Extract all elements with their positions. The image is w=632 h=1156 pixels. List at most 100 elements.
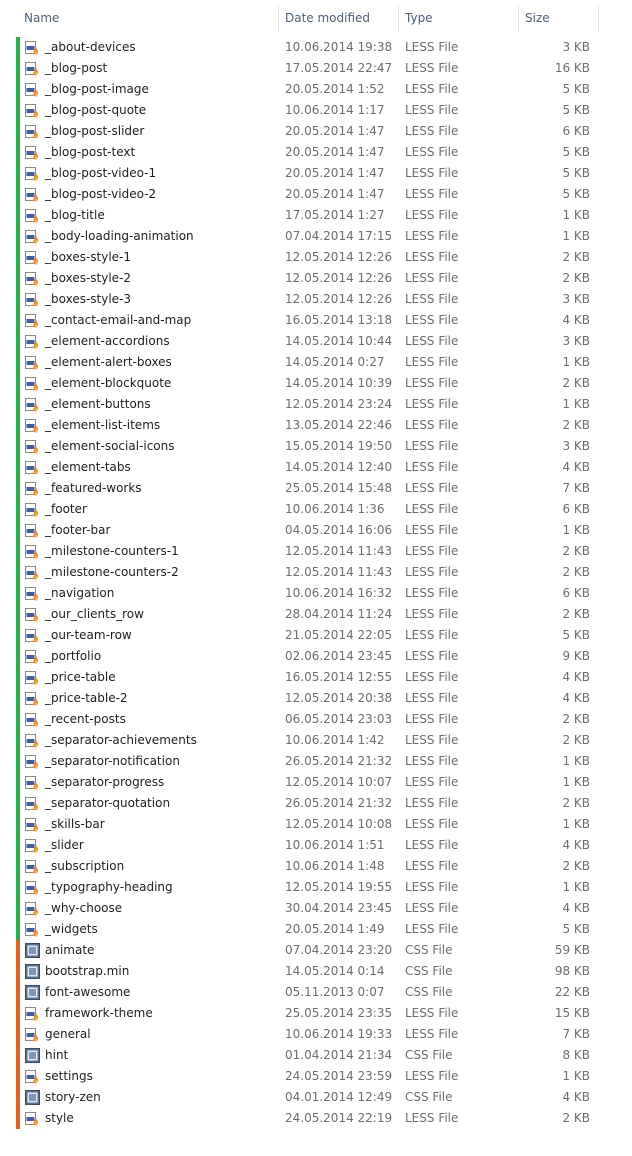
file-name: _element-tabs <box>45 460 131 474</box>
less-file-icon <box>25 922 40 937</box>
column-header-type[interactable]: Type <box>405 0 433 37</box>
file-name: story-zen <box>45 1090 101 1104</box>
file-row[interactable]: _blog-post-slider 20.05.2014 1:47 LESS Fil… <box>0 121 600 142</box>
file-row[interactable]: general 10.06.2014 19:33 LESS File 7 KB <box>0 1024 600 1045</box>
file-size: 2 KB <box>562 376 590 390</box>
file-row[interactable]: _separator-notification 26.05.2014 21:32 L… <box>0 751 600 772</box>
file-row[interactable]: animate 07.04.2014 23:20 CSS File 59 KB <box>0 940 600 961</box>
file-date-modified: 12.05.2014 23:24 <box>285 397 393 411</box>
file-row[interactable]: _price-table 16.05.2014 12:55 LESS File 4 K… <box>0 667 600 688</box>
file-name: _milestone-counters-1 <box>45 544 179 558</box>
file-row[interactable]: settings 24.05.2014 23:59 LESS File 1 KB <box>0 1066 600 1087</box>
file-row[interactable]: _our_clients_row 28.04.2014 11:24 LESS Fil… <box>0 604 600 625</box>
file-row[interactable]: _subscription 10.06.2014 1:48 LESS File 2 K… <box>0 856 600 877</box>
file-row[interactable]: _blog-post-video-1 20.05.2014 1:47 LESS Fi… <box>0 163 600 184</box>
file-row[interactable]: _element-buttons 12.05.2014 23:24 LESS Fil… <box>0 394 600 415</box>
file-type: LESS File <box>405 292 459 306</box>
file-row[interactable]: _element-list-items 13.05.2014 22:46 LESS … <box>0 415 600 436</box>
file-name: _navigation <box>45 586 115 600</box>
file-type: LESS File <box>405 166 459 180</box>
column-header-name[interactable]: Name <box>24 0 59 37</box>
file-row[interactable]: _footer-bar 04.05.2014 16:06 LESS File 1 KB <box>0 520 600 541</box>
file-row[interactable]: _element-accordions 14.05.2014 10:44 LESS … <box>0 331 600 352</box>
file-row[interactable]: _element-tabs 14.05.2014 12:40 LESS File 4 … <box>0 457 600 478</box>
file-row[interactable]: hint 01.04.2014 21:34 CSS File 8 KB <box>0 1045 600 1066</box>
file-name: _boxes-style-2 <box>45 271 132 285</box>
group-marker <box>16 478 20 499</box>
file-row[interactable]: _milestone-counters-2 12.05.2014 11:43 LES… <box>0 562 600 583</box>
file-row[interactable]: _separator-progress 12.05.2014 10:07 LESS … <box>0 772 600 793</box>
file-date-modified: 12.05.2014 10:07 <box>285 775 393 789</box>
file-name: _featured-works <box>45 481 142 495</box>
file-row[interactable]: _body-loading-animation 07.04.2014 17:15 L… <box>0 226 600 247</box>
group-marker <box>16 436 20 457</box>
file-row[interactable]: font-awesome 05.11.2013 0:07 CSS File 22 KB <box>0 982 600 1003</box>
file-row[interactable]: _blog-post-quote 10.06.2014 1:17 LESS File… <box>0 100 600 121</box>
file-date-modified: 14.05.2014 12:40 <box>285 460 393 474</box>
file-row[interactable]: bootstrap.min 14.05.2014 0:14 CSS File 98 K… <box>0 961 600 982</box>
file-name: _our-team-row <box>45 628 132 642</box>
less-file-icon <box>25 208 40 223</box>
file-row[interactable]: _footer 10.06.2014 1:36 LESS File 6 KB <box>0 499 600 520</box>
file-size: 7 KB <box>562 1027 590 1041</box>
column-divider[interactable] <box>598 6 599 32</box>
file-name: settings <box>45 1069 93 1083</box>
file-type: LESS File <box>405 61 459 75</box>
file-row[interactable]: style 24.05.2014 22:19 LESS File 2 KB <box>0 1108 600 1129</box>
column-divider[interactable] <box>518 6 519 32</box>
column-divider[interactable] <box>278 6 279 32</box>
file-row[interactable]: _portfolio 02.06.2014 23:45 LESS File 9 KB <box>0 646 600 667</box>
file-row[interactable]: _price-table-2 12.05.2014 20:38 LESS File 4… <box>0 688 600 709</box>
file-row[interactable]: _slider 10.06.2014 1:51 LESS File 4 KB <box>0 835 600 856</box>
file-row[interactable]: _blog-title 17.05.2014 1:27 LESS File 1 KB <box>0 205 600 226</box>
file-row[interactable]: _recent-posts 06.05.2014 23:03 LESS File 2 … <box>0 709 600 730</box>
file-row[interactable]: _our-team-row 21.05.2014 22:05 LESS File 5 … <box>0 625 600 646</box>
file-size: 5 KB <box>562 187 590 201</box>
file-row[interactable]: _element-social-icons 15.05.2014 19:50 LES… <box>0 436 600 457</box>
column-divider[interactable] <box>398 6 399 32</box>
column-header-size[interactable]: Size <box>525 0 550 37</box>
file-row[interactable]: _contact-email-and-map 16.05.2014 13:18 LE… <box>0 310 600 331</box>
group-marker <box>16 226 20 247</box>
group-marker <box>16 898 20 919</box>
less-file-icon <box>25 754 40 769</box>
file-row[interactable]: framework-theme 25.05.2014 23:35 LESS File… <box>0 1003 600 1024</box>
less-file-icon <box>25 733 40 748</box>
file-row[interactable]: _separator-quotation 26.05.2014 21:32 LESS… <box>0 793 600 814</box>
file-row[interactable]: _blog-post-image 20.05.2014 1:52 LESS File… <box>0 79 600 100</box>
file-row[interactable]: _blog-post 17.05.2014 22:47 LESS File 16 KB <box>0 58 600 79</box>
group-marker <box>16 940 20 961</box>
file-row[interactable]: _why-choose 30.04.2014 23:45 LESS File 4 KB <box>0 898 600 919</box>
file-row[interactable]: _skills-bar 12.05.2014 10:08 LESS File 1 KB <box>0 814 600 835</box>
group-marker <box>16 373 20 394</box>
file-row[interactable]: _separator-achievements 10.06.2014 1:42 LE… <box>0 730 600 751</box>
file-row[interactable]: _boxes-style-3 12.05.2014 12:26 LESS File 3… <box>0 289 600 310</box>
file-row[interactable]: _boxes-style-2 12.05.2014 12:26 LESS File 2… <box>0 268 600 289</box>
file-row[interactable]: _featured-works 25.05.2014 15:48 LESS File… <box>0 478 600 499</box>
file-row[interactable]: _element-alert-boxes 14.05.2014 0:27 LESS … <box>0 352 600 373</box>
file-row[interactable]: _typography-heading 12.05.2014 19:55 LESS … <box>0 877 600 898</box>
file-name: font-awesome <box>45 985 131 999</box>
file-date-modified: 16.05.2014 13:18 <box>285 313 393 327</box>
file-row[interactable]: _blog-post-video-2 20.05.2014 1:47 LESS Fi… <box>0 184 600 205</box>
file-date-modified: 12.05.2014 12:26 <box>285 250 393 264</box>
file-row[interactable]: _blog-post-text 20.05.2014 1:47 LESS File 5… <box>0 142 600 163</box>
less-file-icon <box>25 649 40 664</box>
file-size: 2 KB <box>562 796 590 810</box>
group-marker <box>16 289 20 310</box>
file-row[interactable]: _navigation 10.06.2014 16:32 LESS File 6 KB <box>0 583 600 604</box>
file-size: 3 KB <box>562 439 590 453</box>
file-type: LESS File <box>405 775 459 789</box>
file-row[interactable]: _widgets 20.05.2014 1:49 LESS File 5 KB <box>0 919 600 940</box>
group-marker <box>16 982 20 1003</box>
file-type: LESS File <box>405 691 459 705</box>
file-name: hint <box>45 1048 69 1062</box>
file-name: _blog-post-video-1 <box>45 166 157 180</box>
file-row[interactable]: story-zen 04.01.2014 12:49 CSS File 4 KB <box>0 1087 600 1108</box>
file-size: 2 KB <box>562 733 590 747</box>
file-row[interactable]: _boxes-style-1 12.05.2014 12:26 LESS File 2… <box>0 247 600 268</box>
column-header-date[interactable]: Date modified <box>285 0 370 37</box>
file-row[interactable]: _about-devices 10.06.2014 19:38 LESS File 3… <box>0 37 600 58</box>
file-row[interactable]: _milestone-counters-1 12.05.2014 11:43 LES… <box>0 541 600 562</box>
file-row[interactable]: _element-blockquote 14.05.2014 10:39 LESS … <box>0 373 600 394</box>
